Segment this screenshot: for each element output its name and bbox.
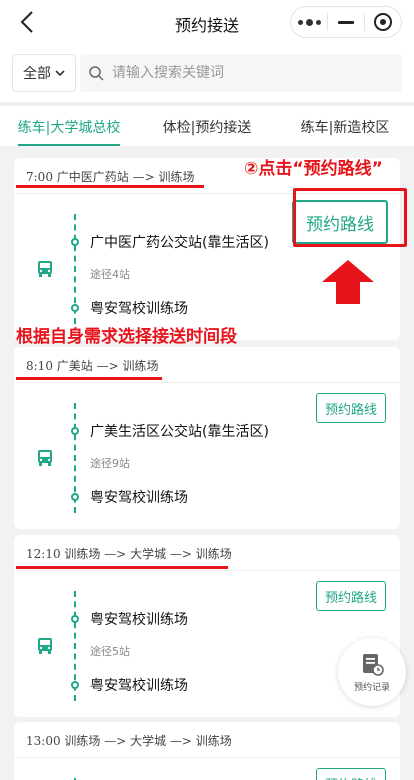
top-bar: 预约接送 [0, 0, 414, 44]
end-stop: 粤安驾校训练场 [90, 490, 188, 506]
highlight-box [293, 188, 407, 247]
book-route-button[interactable]: 预约路线 [315, 581, 386, 611]
search-input[interactable] [112, 65, 382, 81]
card-header: 13:00 训练场 —> 大学城 —> 训练场 [14, 722, 400, 758]
start-stop: 广美生活区公交站(靠生活区) [90, 424, 269, 440]
more-dots-icon [297, 18, 321, 26]
book-route-button[interactable]: 预约路线 [315, 393, 386, 423]
chevron-down-icon [55, 70, 65, 77]
search-icon [89, 66, 104, 81]
more-button[interactable] [291, 7, 327, 37]
minimize-icon [338, 20, 354, 24]
tab-daxuecheng[interactable]: 练车|大学城总校 [0, 106, 138, 146]
start-dot-icon [71, 427, 79, 435]
route-card: 8:10 广美站 —> 训练场 广美生活区公交站(靠生活区) 途径9站 粤安驾校… [14, 347, 400, 529]
choose-time-annotation: 根据自身需求选择接送时间段 [16, 327, 237, 347]
via-stops: 途径9站 [90, 457, 130, 470]
capsule-menu [290, 6, 402, 38]
end-dot-icon [71, 493, 79, 501]
underline-annotation [16, 566, 228, 569]
end-stop: 粤安驾校训练场 [90, 678, 188, 694]
start-dot-icon [71, 238, 79, 246]
via-stops: 途径5站 [90, 645, 130, 658]
records-icon [363, 653, 384, 676]
tab-health-check[interactable]: 体检|预约接送 [138, 106, 276, 146]
book-route-button[interactable]: 预约路线 [315, 768, 386, 780]
page: 预约接送 全部 请输入搜索关键词 练车|大学城总校 体检|预约接送 练车|新造校… [0, 0, 414, 780]
minimize-button[interactable] [328, 7, 364, 37]
via-stops: 途径4站 [90, 268, 130, 281]
start-stop: 广中医广药公交站(靠生活区) [90, 235, 269, 251]
start-dot-icon [71, 615, 79, 623]
underline-annotation [16, 377, 162, 380]
end-dot-icon [71, 304, 79, 312]
end-dot-icon [71, 681, 79, 689]
underline-annotation [16, 185, 204, 188]
bus-icon [38, 638, 52, 654]
step2-annotation: ②点击“预约路线” [244, 159, 383, 179]
booking-records-label: 预约记录 [353, 682, 390, 693]
end-stop: 粤安驾校训练场 [90, 301, 188, 317]
bus-icon [38, 261, 52, 277]
card-body: 广美生活区公交站(靠生活区) 途径9站 粤安驾校训练场 预约路线 [14, 383, 400, 529]
close-target-icon [374, 13, 392, 31]
filter-label: 全部 [23, 66, 51, 82]
card-body: 预约路线 [14, 758, 400, 780]
search-bar: 全部 [0, 44, 414, 102]
filter-dropdown[interactable]: 全部 [12, 54, 76, 92]
tab-xinzao[interactable]: 练车|新造校区 [276, 106, 414, 146]
tab-bar: 练车|大学城总校 体检|预约接送 练车|新造校区 [0, 106, 414, 146]
start-stop: 粤安驾校训练场 [90, 612, 188, 628]
card-body: 粤安驾校训练场 途径5站 粤安驾校训练场 预约路线 [14, 571, 400, 717]
close-button[interactable] [365, 7, 401, 37]
bus-icon [38, 450, 52, 466]
search-box[interactable] [80, 54, 402, 92]
up-arrow-icon [322, 260, 374, 304]
booking-records-button[interactable]: 预约记录 [338, 638, 406, 706]
route-card: 13:00 训练场 —> 大学城 —> 训练场 预约路线 [14, 722, 400, 780]
